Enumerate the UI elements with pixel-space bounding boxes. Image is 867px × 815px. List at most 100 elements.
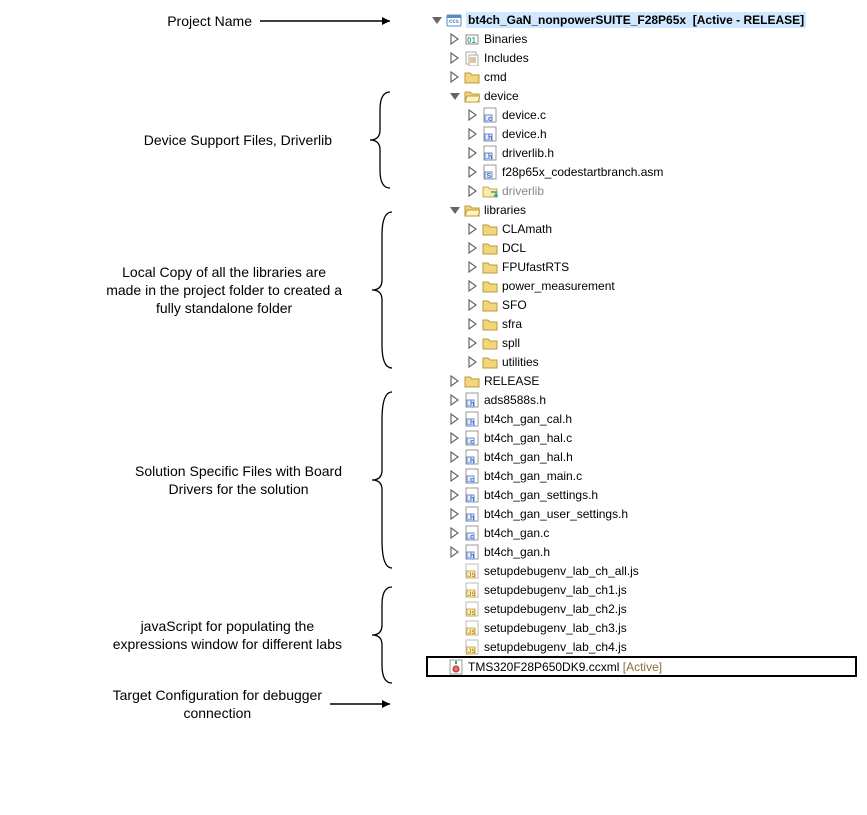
label-solution-files: Solution Specific Files with Board Drive… <box>135 462 350 498</box>
tree-item-gan-c[interactable]: bt4ch_gan.c <box>430 523 857 542</box>
expander-closed-icon[interactable] <box>466 260 480 274</box>
expander-none <box>448 640 462 654</box>
expander-none <box>432 660 446 674</box>
tree-item-gan-h[interactable]: bt4ch_gan.h <box>430 542 857 561</box>
expander-open-icon[interactable] <box>430 13 444 27</box>
tree-item-binaries[interactable]: Binaries <box>430 29 857 48</box>
tree-item-js-ch4[interactable]: setupdebugenv_lab_ch4.js <box>430 637 857 656</box>
expander-closed-icon[interactable] <box>466 146 480 160</box>
folder-open-icon <box>464 88 480 104</box>
tree-item-power-measurement[interactable]: power_measurement <box>430 276 857 295</box>
tree-project-root[interactable]: bt4ch_GaN_nonpowerSUITE_F28P65x [Active … <box>430 10 857 29</box>
folder-open-icon <box>464 202 480 218</box>
tree-item-main-c[interactable]: bt4ch_gan_main.c <box>430 466 857 485</box>
tree-item-sfra[interactable]: sfra <box>430 314 857 333</box>
tree-item-codestart-asm[interactable]: f28p65x_codestartbranch.asm <box>430 162 857 181</box>
expander-closed-icon[interactable] <box>448 374 462 388</box>
h-file-icon <box>482 145 498 161</box>
tree-item-device-h[interactable]: device.h <box>430 124 857 143</box>
expander-closed-icon[interactable] <box>448 51 462 65</box>
tree-item-hal-c[interactable]: bt4ch_gan_hal.c <box>430 428 857 447</box>
expander-closed-icon[interactable] <box>448 431 462 445</box>
brace-icon <box>340 90 400 190</box>
expander-closed-icon[interactable] <box>466 222 480 236</box>
tree-item-sfo[interactable]: SFO <box>430 295 857 314</box>
tree-item-spll[interactable]: spll <box>430 333 857 352</box>
brace-icon <box>350 390 400 570</box>
asm-file-icon <box>482 164 498 180</box>
folder-closed-icon <box>482 259 498 275</box>
expander-closed-icon[interactable] <box>448 507 462 521</box>
expander-closed-icon[interactable] <box>466 317 480 331</box>
js-file-icon <box>464 639 480 655</box>
js-file-icon <box>464 601 480 617</box>
tree-item-settings-h[interactable]: bt4ch_gan_settings.h <box>430 485 857 504</box>
h-file-icon <box>464 544 480 560</box>
arrow-icon <box>330 697 400 711</box>
label-local-copy: Local Copy of all the libraries are made… <box>106 263 350 318</box>
binaries-icon <box>464 31 480 47</box>
expander-closed-icon[interactable] <box>466 336 480 350</box>
expander-closed-icon[interactable] <box>448 526 462 540</box>
tree-item-driverlib-folder[interactable]: driverlib <box>430 181 857 200</box>
label-target-config: Target Configuration for debugger connec… <box>113 686 330 722</box>
expander-closed-icon[interactable] <box>448 545 462 559</box>
expander-closed-icon[interactable] <box>466 241 480 255</box>
js-file-icon <box>464 582 480 598</box>
expander-none <box>448 583 462 597</box>
tree-item-ccxml[interactable]: TMS320F28P650DK9.ccxml [Active] <box>426 656 857 677</box>
tree-item-js-all[interactable]: setupdebugenv_lab_ch_all.js <box>430 561 857 580</box>
expander-closed-icon[interactable] <box>448 32 462 46</box>
expander-open-icon[interactable] <box>448 203 462 217</box>
folder-closed-icon <box>482 354 498 370</box>
tree-item-device-c[interactable]: device.c <box>430 105 857 124</box>
tree-item-driverlib-h[interactable]: driverlib.h <box>430 143 857 162</box>
expander-closed-icon[interactable] <box>448 412 462 426</box>
tree-item-cmd[interactable]: cmd <box>430 67 857 86</box>
folder-closed-icon <box>482 316 498 332</box>
expander-closed-icon[interactable] <box>448 450 462 464</box>
tree-item-utilities[interactable]: utilities <box>430 352 857 371</box>
folder-closed-icon <box>482 278 498 294</box>
tree-item-user-settings-h[interactable]: bt4ch_gan_user_settings.h <box>430 504 857 523</box>
tree-item-ads8588s-h[interactable]: ads8588s.h <box>430 390 857 409</box>
h-file-icon <box>464 506 480 522</box>
expander-closed-icon[interactable] <box>466 127 480 141</box>
expander-closed-icon[interactable] <box>448 70 462 84</box>
expander-open-icon[interactable] <box>448 89 462 103</box>
h-file-icon <box>464 411 480 427</box>
h-file-icon <box>464 392 480 408</box>
c-file-icon <box>464 525 480 541</box>
expander-closed-icon[interactable] <box>448 469 462 483</box>
tree-item-release[interactable]: RELEASE <box>430 371 857 390</box>
expander-closed-icon[interactable] <box>466 108 480 122</box>
h-file-icon <box>464 449 480 465</box>
c-file-icon <box>464 468 480 484</box>
label-project-name: Project Name <box>167 12 260 30</box>
tree-item-device[interactable]: device <box>430 86 857 105</box>
c-file-icon <box>482 107 498 123</box>
folder-closed-icon <box>482 240 498 256</box>
tree-item-libraries[interactable]: libraries <box>430 200 857 219</box>
tree-item-dcl[interactable]: DCL <box>430 238 857 257</box>
tree-item-js-ch3[interactable]: setupdebugenv_lab_ch3.js <box>430 618 857 637</box>
expander-closed-icon[interactable] <box>466 355 480 369</box>
expander-none <box>448 602 462 616</box>
tree-item-cal-h[interactable]: bt4ch_gan_cal.h <box>430 409 857 428</box>
expander-closed-icon[interactable] <box>448 393 462 407</box>
expander-closed-icon[interactable] <box>466 279 480 293</box>
project-tree: bt4ch_GaN_nonpowerSUITE_F28P65x [Active … <box>400 10 857 677</box>
expander-closed-icon[interactable] <box>466 184 480 198</box>
label-javascript-labs: javaScript for populating the expression… <box>113 617 350 653</box>
tree-item-js-ch2[interactable]: setupdebugenv_lab_ch2.js <box>430 599 857 618</box>
tree-item-hal-h[interactable]: bt4ch_gan_hal.h <box>430 447 857 466</box>
expander-closed-icon[interactable] <box>466 165 480 179</box>
tree-item-fpufastrts[interactable]: FPUfastRTS <box>430 257 857 276</box>
ccxml-file-icon <box>448 659 464 675</box>
expander-closed-icon[interactable] <box>448 488 462 502</box>
tree-item-clamath[interactable]: CLAmath <box>430 219 857 238</box>
tree-item-includes[interactable]: Includes <box>430 48 857 67</box>
folder-closed-icon <box>482 335 498 351</box>
tree-item-js-ch1[interactable]: setupdebugenv_lab_ch1.js <box>430 580 857 599</box>
expander-closed-icon[interactable] <box>466 298 480 312</box>
